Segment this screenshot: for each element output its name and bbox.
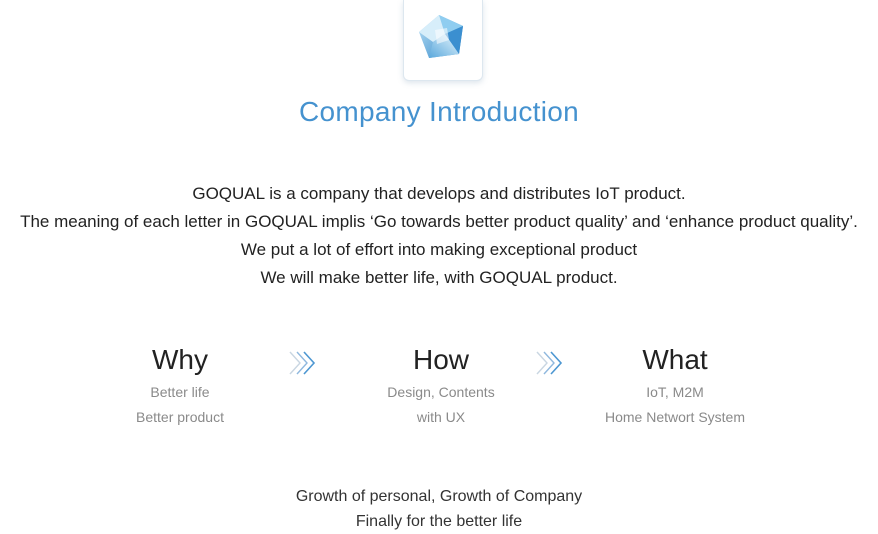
footer-line: Finally for the better life	[355, 513, 523, 530]
intro-paragraph: GOQUAL is a company that develops and di…	[0, 180, 878, 292]
pillar-line: with UX	[416, 409, 466, 425]
intro-line: GOQUAL is a company that develops and di…	[192, 184, 686, 203]
pillar-heading: What	[642, 344, 708, 375]
pillar-how: How Design, Contents with UX	[341, 340, 541, 430]
footer-line: Growth of personal, Growth of Company	[295, 488, 583, 505]
pentagon-gem-logo-icon	[419, 15, 463, 58]
logo-card	[403, 0, 483, 81]
pillar-heading: How	[412, 344, 469, 375]
footer-tagline: Growth of personal, Growth of Company Fi…	[0, 484, 878, 534]
triple-chevron-right-icon	[289, 351, 316, 375]
pillar-line: Better life	[150, 384, 210, 400]
pillar-what: What IoT, M2M Home Networt System	[575, 340, 775, 430]
intro-line: We will make better life, with GOQUAL pr…	[260, 268, 618, 287]
pillar-line: Home Networt System	[604, 409, 746, 425]
pillar-heading: Why	[152, 344, 208, 375]
intro-line: The meaning of each letter in GOQUAL imp…	[20, 212, 858, 231]
page-title: Company Introduction	[299, 96, 579, 127]
pillar-line: IoT, M2M	[646, 384, 704, 400]
triple-chevron-right-icon	[536, 351, 563, 375]
pillar-line: Better product	[136, 409, 224, 425]
pillar-why: Why Better life Better product	[80, 340, 280, 430]
pillar-line: Design, Contents	[387, 384, 495, 400]
intro-line: We put a lot of effort into making excep…	[240, 240, 638, 259]
